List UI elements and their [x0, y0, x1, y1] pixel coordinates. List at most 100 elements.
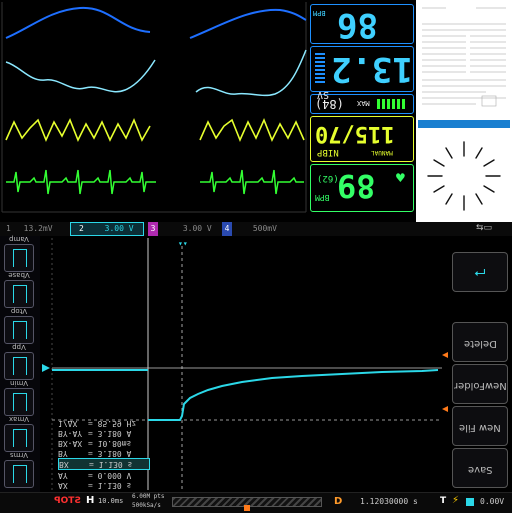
sample-rate: 500kSa/s [132, 502, 161, 509]
pulse-shape-icon [13, 429, 27, 447]
measure-button-vmin[interactable] [4, 388, 34, 416]
measurement-label: BY [58, 449, 68, 458]
nibp-mode: MANUAL [371, 149, 393, 156]
measurement-value: = 3.180 A [88, 449, 132, 458]
heart-rate-box: 86 BPM [310, 4, 414, 45]
file-button-delete[interactable]: Delete [452, 322, 508, 362]
trigger-edge-icon: ⚡ [452, 495, 460, 506]
measurement-row[interactable]: BY = 3.180 A [58, 448, 150, 458]
measurement-row[interactable]: BY-AY = 3.180 A [58, 428, 150, 438]
sv-level-bar [377, 99, 407, 109]
measurement-value: = 0.000 V [88, 471, 132, 480]
file-button-label: NewFolder [453, 380, 507, 391]
delay-label: D [334, 496, 343, 507]
channel-3-scale: 3.00 V [182, 224, 212, 233]
nibp-box: 115/70 NIBP MANUAL [310, 116, 414, 162]
channel-1-tab[interactable]: 1 13.2mV [6, 222, 66, 236]
measurement-label: 1/ΔX [58, 419, 78, 428]
file-button-label: Delete [463, 338, 497, 349]
measure-button-vmax[interactable] [4, 424, 34, 452]
pulse-unit: BPM [315, 193, 330, 202]
pulse-box: 89 BPM (62) ♥ [310, 164, 414, 212]
channel-3-tab[interactable]: 3 3.00 V [148, 222, 218, 236]
trigger-level-marker-top[interactable] [442, 352, 448, 358]
measurement-panel: 1/ΔX = 85.59 Hz BY-AY = 3.180 A BX-AX = 10.80… [58, 418, 150, 490]
file-button-newfolder[interactable]: NewFolder [452, 364, 508, 404]
pulse-shape-icon [13, 321, 27, 339]
memory-depth: 6.00M pts [132, 493, 165, 500]
vital-signs-panel: 86 BPM 13.2 (84) MAX SV 115/70 NIBP MANU… [310, 0, 414, 214]
channel-2-scale: 3.00 V [104, 224, 134, 233]
heart-icon: ♥ [395, 171, 406, 185]
measurement-label: AY [58, 471, 68, 480]
co-level-bar [315, 53, 325, 83]
measure-button-vamp[interactable] [4, 244, 34, 272]
loading-spinner [416, 130, 512, 222]
waveform-area [0, 0, 308, 214]
nibp-label: NIBP [317, 147, 339, 157]
measurement-row[interactable]: AY = 0.000 V [58, 470, 150, 480]
channel-2-tab[interactable]: 2 3.00 V [70, 222, 144, 236]
pulse-shape-icon [13, 393, 27, 411]
measurement-value: = 1.130 s [88, 481, 132, 490]
file-button-label: New File [459, 422, 501, 433]
measure-button-vrms[interactable] [4, 460, 34, 488]
cardiac-output-box: 13.2 [310, 46, 414, 92]
measurement-row[interactable]: BX-AX = 10.80ms [58, 438, 150, 448]
file-button-save[interactable]: Save [452, 448, 508, 488]
sv-label: SV [317, 89, 330, 100]
trigger-icon: T [440, 496, 447, 506]
timebase-value[interactable]: 10.0ms [98, 497, 123, 505]
measurement-row[interactable]: BX = 1.130 s [58, 458, 150, 470]
measure-button-label: Vamp [9, 235, 29, 243]
channel-1-label: 1 [6, 224, 11, 233]
trigger-level-value[interactable]: 0.00V [480, 497, 504, 506]
measurement-label: BX [59, 460, 69, 469]
heart-rate-value: 86 [337, 5, 378, 45]
measure-button-label: Vtop [10, 307, 28, 315]
usb-icon: ⇆▭ [476, 223, 493, 233]
document-page [416, 0, 512, 130]
pulse-shape-icon [13, 357, 27, 375]
measurement-row[interactable]: 1/ΔX = 85.59 Hz [58, 418, 150, 428]
measurement-label: BX-AX [58, 439, 83, 448]
trigger-marker: ▾▾ [178, 239, 188, 248]
delay-value[interactable]: 1.12030000 s [360, 497, 418, 506]
measure-button-label: Vpp [12, 343, 26, 351]
measure-button-vbase[interactable] [4, 280, 34, 308]
measure-button-label: Vmax [8, 415, 30, 423]
return-button[interactable]: ⮠ [452, 252, 508, 292]
patient-monitor: 86 BPM 13.2 (84) MAX SV 115/70 NIBP MANU… [0, 0, 416, 222]
channel-bar: 1 13.2mV 2 3.00 V 3 3.00 V 4 500mV ⇆▭ [0, 222, 512, 236]
return-arrow-icon: ⮠ [474, 265, 486, 281]
file-button-label: Save [467, 464, 493, 475]
sv-box: (84) MAX SV [310, 89, 414, 114]
trigger-position-marker[interactable] [244, 505, 250, 511]
pulse-sub-value: (62) [317, 173, 339, 183]
measurement-value: = 3.180 A [88, 429, 132, 438]
channel-1-scale: 13.2mV [23, 224, 53, 233]
measurement-label: BY-AY [58, 429, 83, 438]
measure-button-vpp[interactable] [4, 352, 34, 380]
cardiac-output-value: 13.2 [331, 49, 413, 89]
measure-button-vtop[interactable] [4, 316, 34, 344]
channel-4-tab[interactable]: 4 500mV [222, 222, 298, 236]
trigger-level-marker-bottom[interactable] [442, 406, 448, 412]
spinner-icon [427, 141, 501, 211]
pulse-value: 89 [337, 167, 376, 205]
channel-4-label: 4 [222, 222, 232, 236]
document-thumbnail [416, 0, 512, 130]
channel-2-label: 2 [79, 224, 84, 233]
measure-button-label: Vbase [8, 271, 30, 279]
pulse-shape-icon [13, 285, 27, 303]
measurement-value: = 85.59 Hz [88, 419, 137, 428]
pulse-shape-icon [13, 249, 27, 267]
file-button-new-file[interactable]: New File [452, 406, 508, 446]
nibp-value: 115/70 [315, 121, 395, 146]
timebase-label: H [86, 495, 95, 506]
measurement-row[interactable]: AX = 1.130 s [58, 480, 150, 490]
oscilloscope-screen: 1 13.2mV 2 3.00 V 3 3.00 V 4 500mV ⇆▭ ▾▾… [0, 222, 512, 513]
run-status[interactable]: STOP [54, 496, 81, 506]
measure-button-label: Vrms [10, 451, 29, 459]
trigger-source-icon [466, 498, 474, 506]
